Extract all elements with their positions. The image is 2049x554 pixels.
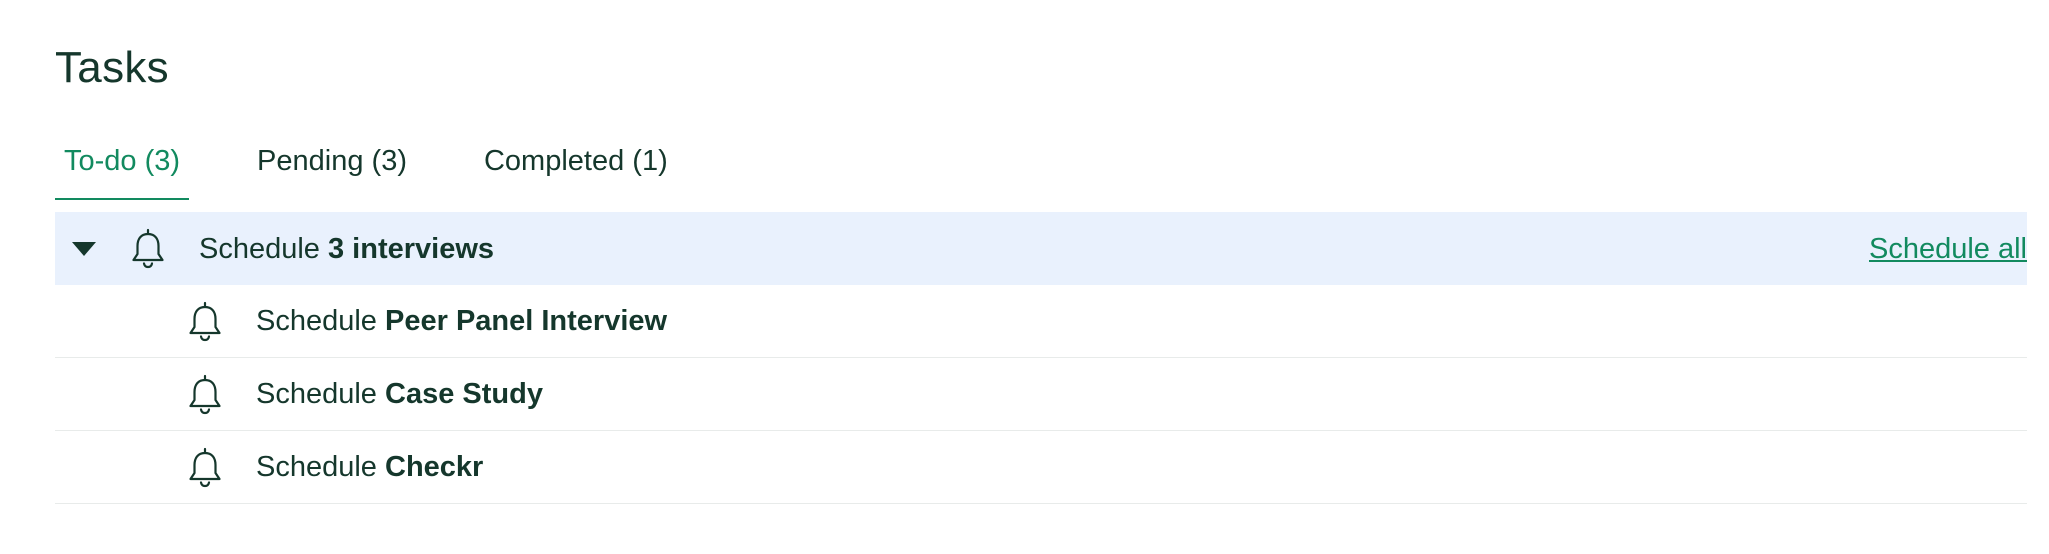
tab-pending[interactable]: Pending (3)	[248, 138, 416, 200]
task-tabs: To-do (3) Pending (3) Completed (1)	[55, 138, 677, 200]
task-row[interactable]: Schedule Case Study	[55, 358, 2027, 431]
bell-icon	[189, 301, 221, 342]
task-label: Schedule Peer Panel Interview	[256, 301, 667, 341]
task-label: Schedule Checkr	[256, 447, 483, 487]
task-name: Peer Panel Interview	[385, 305, 668, 337]
task-name: Checkr	[385, 451, 484, 483]
task-label: Schedule Case Study	[256, 374, 543, 414]
task-prefix: Schedule	[256, 378, 377, 410]
group-label: Schedule 3 interviews	[199, 229, 494, 269]
task-name: Case Study	[385, 378, 543, 410]
task-row[interactable]: Schedule Checkr	[55, 431, 2027, 504]
task-prefix: Schedule	[256, 305, 377, 337]
task-row[interactable]: Schedule Peer Panel Interview	[55, 285, 2027, 358]
tab-completed[interactable]: Completed (1)	[475, 138, 677, 200]
task-list: Schedule 3 interviews Schedule all Sched…	[55, 212, 2027, 504]
bell-icon	[189, 374, 221, 415]
task-prefix: Schedule	[256, 451, 377, 483]
group-count-label: 3 interviews	[328, 233, 495, 265]
bell-icon	[189, 447, 221, 488]
bell-icon	[132, 228, 164, 269]
caret-down-icon[interactable]	[72, 242, 96, 256]
task-group-row: Schedule 3 interviews Schedule all	[55, 212, 2027, 285]
tab-to-do[interactable]: To-do (3)	[55, 138, 190, 200]
page-title: Tasks	[55, 43, 169, 92]
group-prefix: Schedule	[199, 233, 320, 265]
schedule-all-link[interactable]: Schedule all	[1869, 229, 2027, 269]
